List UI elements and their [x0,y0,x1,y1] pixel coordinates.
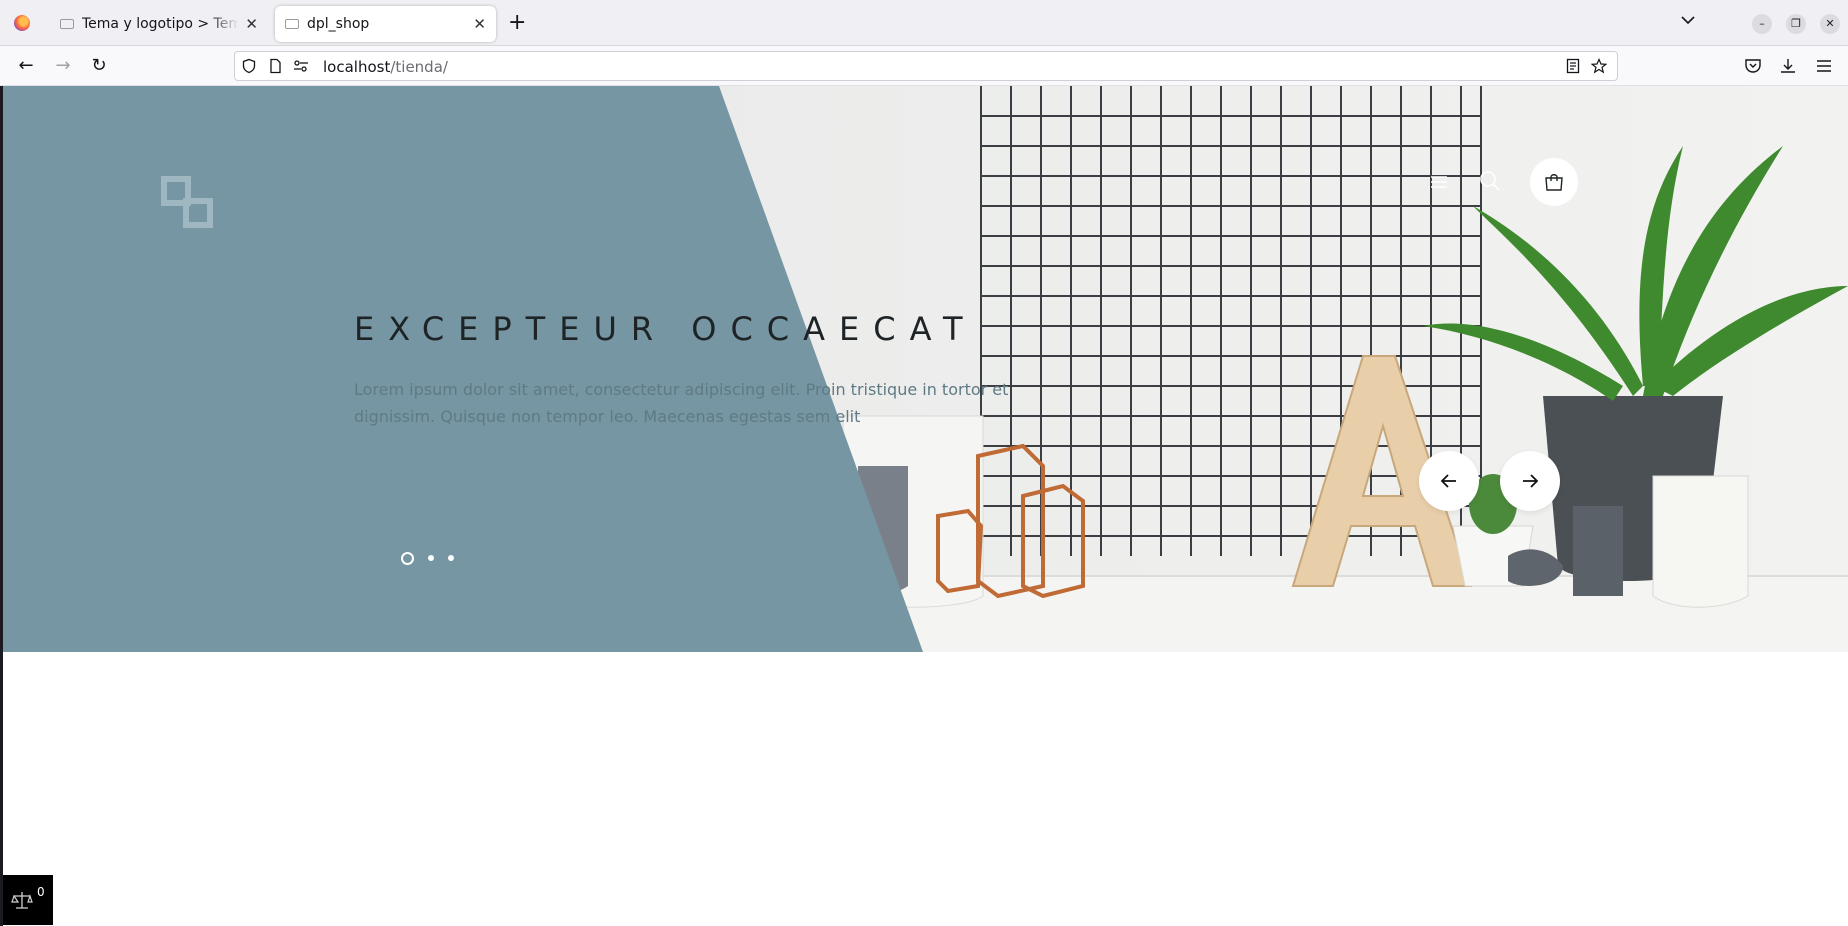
chevron-down-icon[interactable] [1680,12,1696,28]
restore-icon[interactable]: ❐ [1786,14,1806,34]
permissions-icon[interactable] [293,58,309,74]
cart-button[interactable] [1530,158,1578,206]
logo-icon[interactable] [161,176,215,230]
close-icon[interactable]: ✕ [473,15,486,33]
reload-icon[interactable]: ↻ [89,56,109,76]
close-icon[interactable]: ✕ [1820,14,1840,34]
tab-dpl-shop[interactable]: dpl_shop ✕ [275,6,496,42]
shield-icon[interactable] [241,58,257,74]
slide-dot-3[interactable] [448,555,454,561]
forward-icon[interactable]: → [53,56,73,76]
search-icon[interactable] [1479,170,1501,192]
reader-icon[interactable] [1565,58,1581,74]
tab-wordpress[interactable]: Tema y logotipo > Tema - WordPress ✕ [50,6,268,42]
page-icon [285,19,299,29]
star-icon[interactable] [1591,58,1607,74]
browser-window: Tema y logotipo > Tema - WordPress ✕ dpl… [0,0,1848,926]
scale-icon [11,892,33,909]
hero-headline: EXCEPTEUR OCCAECAT [354,310,977,348]
firefox-icon[interactable] [14,15,30,31]
compare-count: 0 [37,885,45,899]
pocket-icon[interactable] [1743,56,1763,76]
plus-icon[interactable]: + [508,12,526,34]
slide-dot-1[interactable] [401,551,414,565]
back-icon[interactable]: ← [16,56,36,76]
document-icon[interactable] [267,58,283,74]
menu-icon[interactable] [1814,56,1834,76]
tab-title: dpl_shop [307,16,370,32]
page-content: EXCEPTEUR OCCAECAT Lorem ipsum dolor sit… [3,86,1848,926]
arrow-left-icon [1440,474,1456,488]
navigation-bar: ← → ↻ localhost/tienda/ [0,46,1848,86]
hero-subtitle: Lorem ipsum dolor sit amet, consectetur … [354,380,1009,426]
tab-title: Tema y logotipo > Tema - WordPress [82,16,240,32]
tab-strip: Tema y logotipo > Tema - WordPress ✕ dpl… [0,0,1848,46]
slide-dot-2[interactable] [428,555,434,561]
compare-widget[interactable]: 0 [3,875,53,925]
url-text[interactable]: localhost/tienda/ [323,58,448,76]
close-icon[interactable]: ✕ [245,15,258,33]
menu-icon[interactable] [1429,172,1449,192]
address-bar[interactable]: localhost/tienda/ [234,51,1618,81]
next-slide-button[interactable] [1500,451,1560,511]
url-path: /tienda/ [390,58,448,76]
arrow-right-icon [1523,474,1539,488]
prev-slide-button[interactable] [1419,451,1479,511]
download-icon[interactable] [1778,56,1798,76]
page-icon [60,19,74,29]
cart-icon [1545,174,1563,191]
slider-pagination [401,551,454,565]
hero-slider: EXCEPTEUR OCCAECAT Lorem ipsum dolor sit… [3,86,1848,652]
url-host: localhost [323,58,391,76]
minimize-icon[interactable]: – [1752,14,1772,34]
